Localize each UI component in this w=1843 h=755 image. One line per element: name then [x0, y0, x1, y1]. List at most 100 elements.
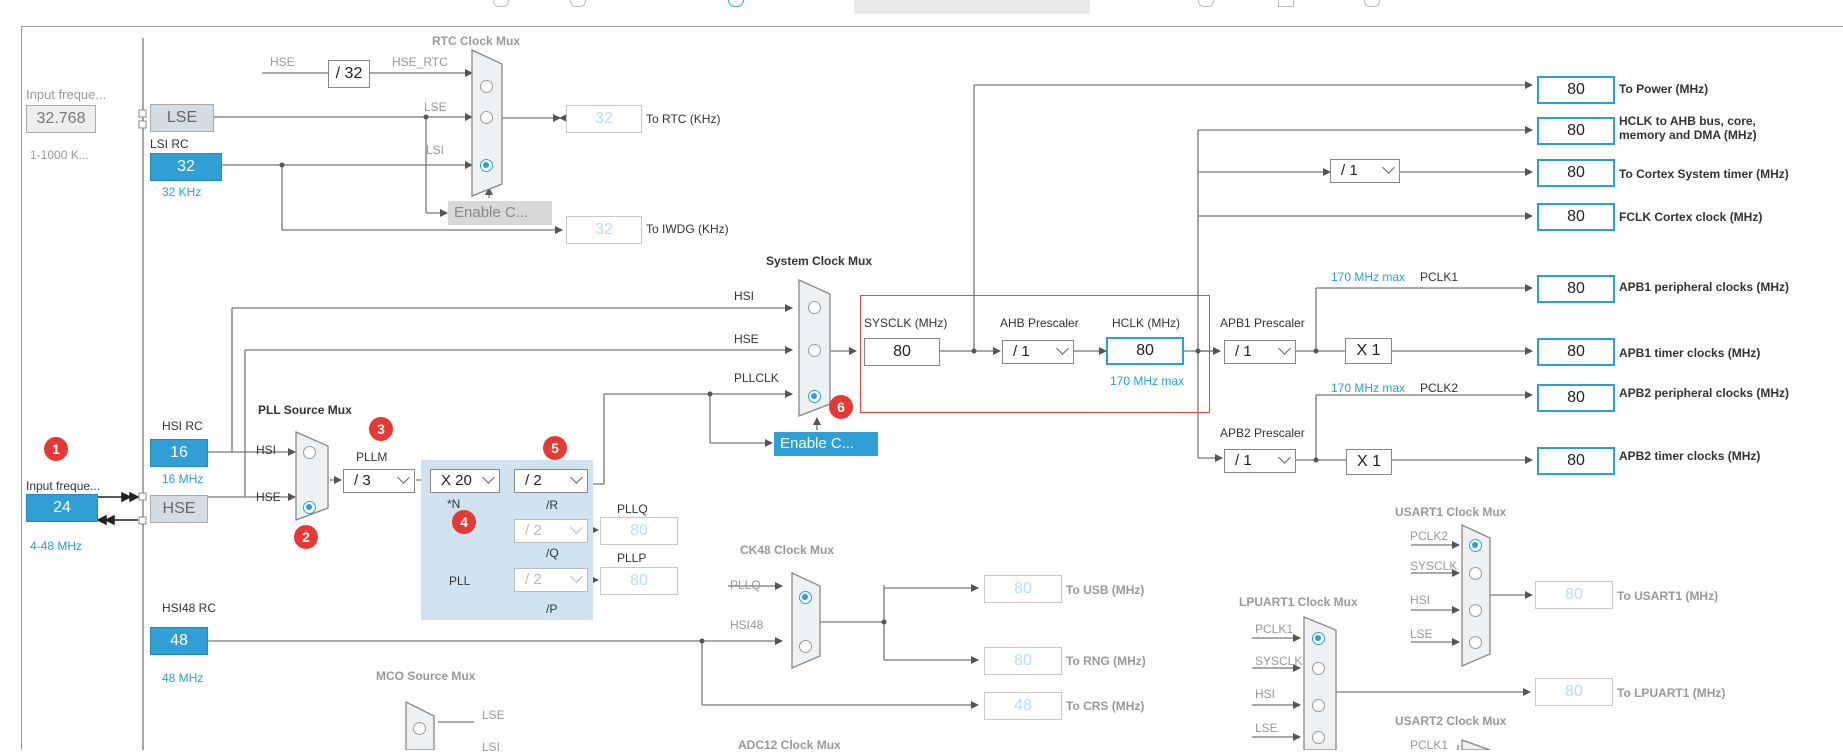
pllr-select[interactable]: / 2 — [514, 469, 588, 493]
plln-label: *N — [447, 497, 461, 511]
sysmux-hse-label: HSE — [734, 332, 759, 346]
hclk-output-label: HCLK to AHB bus, core, memory and DMA (M… — [1619, 114, 1757, 142]
rtc-enable-css-button[interactable]: Enable C... — [448, 201, 552, 225]
pll-label: PLL — [449, 574, 471, 588]
usart1-pclk2-radio[interactable] — [1469, 539, 1482, 552]
chevron-down-icon — [1382, 161, 1395, 174]
lpuart1-pclk1-radio[interactable] — [1312, 632, 1325, 645]
fclk-output-label: FCLK Cortex clock (MHz) — [1619, 210, 1763, 224]
apb2-peripheral-output-value[interactable]: 80 — [1537, 384, 1615, 412]
pllp-select[interactable]: / 2 — [514, 568, 588, 592]
pll-source-title: PLL Source Mux — [258, 403, 352, 417]
pllp-value: / 2 — [525, 571, 542, 588]
pll-source-hse-label: HSE — [256, 490, 281, 504]
cortex-timer-output-label: To Cortex System timer (MHz) — [1619, 167, 1789, 181]
hclk-output-value[interactable]: 80 — [1537, 117, 1615, 145]
pllp-output: 80 — [600, 567, 678, 595]
mco-lse-radio[interactable] — [413, 722, 426, 735]
chevron-down-icon — [1056, 342, 1069, 355]
apb2-prescaler-select[interactable]: / 1 — [1224, 449, 1296, 473]
ahb-prescaler-select[interactable]: / 1 — [1002, 340, 1074, 364]
hclk-max-label: 170 MHz max — [1110, 374, 1185, 388]
apb2-timer-multiplier: X 1 — [1346, 449, 1392, 475]
sysmux-hse-radio[interactable] — [808, 344, 821, 357]
rtc-mux-lsi-radio[interactable] — [480, 159, 493, 172]
pllp-div-label: /P — [546, 602, 558, 616]
ck48-clock-mux — [791, 571, 821, 669]
pll-source-hsi-radio[interactable] — [303, 446, 316, 459]
ck48-mux-title: CK48 Clock Mux — [740, 543, 835, 557]
lse-block: LSE — [150, 104, 214, 132]
step-badge-6: 6 — [829, 395, 853, 419]
step-badge-4: 4 — [452, 510, 476, 534]
apb1-timer-output-value[interactable]: 80 — [1537, 338, 1615, 366]
sysmux-hsi-radio[interactable] — [808, 301, 821, 314]
lpuart1-lse-radio[interactable] — [1312, 731, 1325, 744]
chevron-down-icon — [1278, 451, 1291, 464]
lpuart1-mux-title: LPUART1 Clock Mux — [1239, 595, 1358, 609]
pll-source-hse-radio[interactable] — [303, 501, 316, 514]
iwdg-output-value: 32 — [566, 216, 642, 244]
pllq-select[interactable]: / 2 — [514, 519, 588, 543]
mco-lsi-label: LSI — [482, 740, 501, 754]
ck48-hsi48-radio[interactable] — [799, 640, 812, 653]
usart1-hsi-radio[interactable] — [1469, 604, 1482, 617]
apb1-prescaler-select[interactable]: / 1 — [1224, 340, 1296, 364]
hsi48-rc-title: HSI48 RC — [162, 601, 217, 615]
usart1-in-lse: LSE — [1410, 627, 1433, 641]
sysmux-enable-css-button[interactable]: Enable C... — [774, 432, 878, 456]
lpuart1-in-hsi: HSI — [1255, 687, 1276, 701]
plln-select[interactable]: X 20 — [430, 469, 500, 493]
sysclk-label: SYSCLK (MHz) — [864, 316, 948, 330]
ahb-prescaler-label: AHB Prescaler — [1000, 316, 1079, 330]
apb1-peripheral-output-value[interactable]: 80 — [1537, 275, 1615, 303]
rtc-mux-hse-radio[interactable] — [480, 80, 493, 93]
step-badge-3: 3 — [369, 417, 393, 441]
usart1-lse-radio[interactable] — [1469, 636, 1482, 649]
lpuart1-output-label: To LPUART1 (MHz) — [1617, 686, 1726, 700]
rtc-mux-lse-radio[interactable] — [480, 111, 493, 124]
fclk-output-value[interactable]: 80 — [1537, 203, 1615, 231]
pll-source-hsi-label: HSI — [256, 443, 277, 457]
hse-input-field[interactable]: 24 — [26, 494, 98, 522]
apb2-timer-output-label: APB2 timer clocks (MHz) — [1619, 449, 1761, 463]
lpuart1-in-sysclk: SYSCLK — [1255, 654, 1303, 668]
usb-output-value: 80 — [984, 575, 1062, 603]
rng-output-label: To RNG (MHz) — [1066, 654, 1146, 668]
usart1-in-pclk2: PCLK2 — [1410, 529, 1449, 543]
lpuart1-sysclk-radio[interactable] — [1312, 662, 1325, 675]
lpuart1-in-pclk1: PCLK1 — [1255, 622, 1294, 636]
pclk2-label: PCLK2 — [1420, 381, 1459, 395]
lse-input-range: 1-1000 K... — [30, 148, 89, 162]
apb2-timer-output-value[interactable]: 80 — [1537, 447, 1615, 475]
usart1-in-hsi: HSI — [1410, 593, 1431, 607]
rtc-lse-label: LSE — [424, 100, 447, 114]
cortex-timer-divider-select[interactable]: / 1 — [1330, 159, 1400, 183]
apb2-peripheral-output-label: APB2 peripheral clocks (MHz) — [1619, 386, 1790, 400]
rtc-hse-label: HSE — [270, 55, 295, 69]
usart1-sysclk-radio[interactable] — [1469, 567, 1482, 580]
chevron-down-icon — [570, 471, 583, 484]
apb1-timer-output-label: APB1 timer clocks (MHz) — [1619, 346, 1761, 360]
cortex-timer-output-value[interactable]: 80 — [1537, 159, 1615, 187]
pclk1-label: PCLK1 — [1420, 270, 1459, 284]
rtc-output-value: 32 — [566, 105, 642, 133]
apb2-prescaler-value: / 1 — [1235, 452, 1252, 469]
hclk-value[interactable]: 80 — [1106, 337, 1184, 365]
lse-input-field[interactable]: 32.768 — [26, 105, 96, 133]
hsi-rc-unit: 16 MHz — [162, 472, 204, 486]
plln-value: X 20 — [441, 472, 472, 489]
power-output-value[interactable]: 80 — [1537, 76, 1615, 104]
usart1-output-label: To USART1 (MHz) — [1617, 589, 1719, 603]
cortex-timer-divider-value: / 1 — [1341, 162, 1358, 179]
lpuart1-hsi-radio[interactable] — [1312, 699, 1325, 712]
lsi-rc-unit: 32 KHz — [162, 185, 202, 199]
lpuart1-in-lse: LSE — [1255, 721, 1278, 735]
sysmux-pllclk-label: PLLCLK — [734, 371, 779, 385]
ck48-pllq-radio[interactable] — [799, 591, 812, 604]
lpuart1-output-value: 80 — [1535, 678, 1613, 706]
pllm-select[interactable]: / 3 — [343, 469, 415, 493]
sysmux-pllclk-radio[interactable] — [808, 390, 821, 403]
pllr-value: / 2 — [525, 472, 542, 489]
rtc-hse-rtc-label: HSE_RTC — [392, 55, 448, 69]
